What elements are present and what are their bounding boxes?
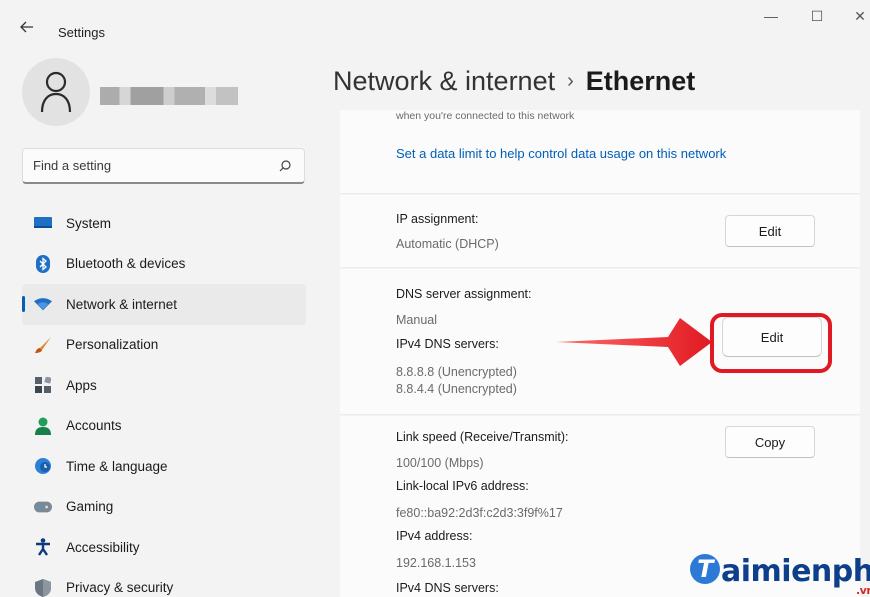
sidebar-item-network[interactable]: Network & internet bbox=[22, 284, 306, 325]
person-icon bbox=[40, 71, 72, 113]
minimize-button[interactable]: — bbox=[756, 8, 786, 24]
ipv6-address-label: Link-local IPv6 address: bbox=[396, 479, 529, 493]
search-box[interactable] bbox=[22, 148, 305, 184]
watermark: Taimienphi .vn bbox=[690, 554, 870, 597]
sidebar-nav: System Bluetooth & devices Network & int… bbox=[0, 203, 306, 597]
ipv4-dns-servers-label: IPv4 DNS servers: bbox=[396, 581, 499, 595]
maximize-button[interactable]: ☐ bbox=[802, 8, 832, 25]
sidebar-item-privacy-security[interactable]: Privacy & security bbox=[22, 568, 306, 597]
ipv4-address-value: 192.168.1.153 bbox=[396, 556, 476, 570]
breadcrumb: Network & internet › Ethernet bbox=[333, 66, 695, 97]
dns-assignment-label: DNS server assignment: bbox=[396, 287, 532, 301]
avatar[interactable] bbox=[22, 58, 90, 126]
sidebar-item-accessibility[interactable]: Accessibility bbox=[22, 527, 306, 568]
ip-assignment-card: IP assignment: Automatic (DHCP) Edit bbox=[340, 195, 860, 268]
sidebar-item-gaming[interactable]: Gaming bbox=[22, 487, 306, 528]
close-button[interactable]: ✕ bbox=[845, 8, 870, 25]
sidebar-item-system[interactable]: System bbox=[22, 203, 306, 244]
copy-button[interactable]: Copy bbox=[725, 426, 815, 458]
account-name-redacted bbox=[100, 87, 238, 105]
sidebar-item-label: Time & language bbox=[66, 458, 168, 474]
ipv6-address-value: fe80::ba92:2d3f:c2d3:3f9f%17 bbox=[396, 506, 563, 520]
data-limit-description: when you're connected to this network bbox=[396, 110, 575, 122]
data-limit-link[interactable]: Set a data limit to help control data us… bbox=[396, 146, 726, 161]
sidebar-item-apps[interactable]: Apps bbox=[22, 365, 306, 406]
search-icon[interactable] bbox=[278, 159, 292, 173]
sidebar-item-bluetooth[interactable]: Bluetooth & devices bbox=[22, 244, 306, 285]
sidebar-item-label: Personalization bbox=[66, 337, 159, 353]
title-bar: Settings — ☐ ✕ bbox=[0, 0, 870, 56]
sidebar-item-label: Apps bbox=[66, 377, 97, 393]
watermark-text: aimienphi bbox=[721, 554, 870, 589]
dns-assignment-value: Manual bbox=[396, 313, 437, 327]
wifi-icon bbox=[34, 295, 52, 313]
sidebar-item-label: Bluetooth & devices bbox=[66, 256, 186, 272]
highlight-box bbox=[710, 313, 832, 373]
chevron-right-icon: › bbox=[567, 70, 574, 92]
sidebar-item-label: Accessibility bbox=[66, 539, 140, 555]
sidebar-item-time-language[interactable]: Time & language bbox=[22, 446, 306, 487]
dns-server-primary: 8.8.8.8 (Unencrypted) bbox=[396, 365, 517, 379]
sidebar-item-label: System bbox=[66, 215, 112, 231]
monitor-icon bbox=[34, 214, 52, 232]
watermark-logo-icon: T bbox=[690, 554, 720, 584]
breadcrumb-parent[interactable]: Network & internet bbox=[333, 66, 555, 96]
apps-icon bbox=[34, 376, 52, 394]
dns-server-secondary: 8.8.4.4 (Unencrypted) bbox=[396, 382, 517, 396]
link-speed-value: 100/100 (Mbps) bbox=[396, 456, 484, 470]
sidebar-item-label: Network & internet bbox=[66, 296, 178, 312]
sidebar-item-label: Accounts bbox=[66, 418, 122, 434]
annotation-arrow-icon bbox=[556, 318, 712, 366]
page-title: Ethernet bbox=[585, 66, 696, 96]
data-limit-card: when you're connected to this network Se… bbox=[340, 110, 860, 194]
ip-assignment-edit-button[interactable]: Edit bbox=[725, 215, 815, 247]
shield-icon bbox=[34, 578, 52, 597]
ip-assignment-label: IP assignment: bbox=[396, 212, 479, 226]
sidebar-item-accounts[interactable]: Accounts bbox=[22, 406, 306, 447]
person-icon bbox=[34, 417, 52, 435]
sidebar-item-label: Gaming bbox=[66, 499, 114, 515]
sidebar-item-label: Privacy & security bbox=[66, 580, 174, 596]
app-title: Settings bbox=[58, 25, 105, 40]
ip-assignment-value: Automatic (DHCP) bbox=[396, 237, 499, 251]
globe-clock-icon bbox=[34, 457, 52, 475]
sidebar-item-personalization[interactable]: Personalization bbox=[22, 325, 306, 366]
watermark-suffix: .vn bbox=[856, 584, 870, 597]
link-speed-label: Link speed (Receive/Transmit): bbox=[396, 430, 569, 444]
ipv4-address-label: IPv4 address: bbox=[396, 529, 473, 543]
gamepad-icon bbox=[34, 498, 52, 516]
ipv4-dns-servers-label: IPv4 DNS servers: bbox=[396, 337, 499, 351]
accessibility-icon bbox=[34, 538, 52, 556]
brush-icon bbox=[34, 336, 52, 354]
back-arrow-icon[interactable] bbox=[20, 20, 40, 40]
bluetooth-icon bbox=[34, 254, 52, 273]
search-input[interactable] bbox=[33, 158, 263, 173]
